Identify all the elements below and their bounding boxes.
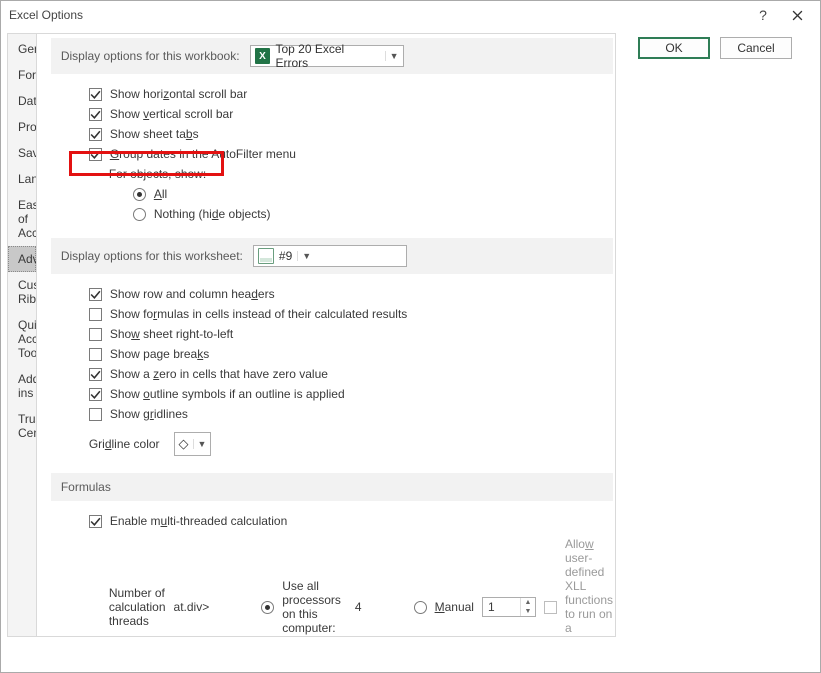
- checkbox-outline-symbols[interactable]: [89, 388, 102, 401]
- gridline-color- label: Gridline color: [89, 437, 160, 451]
- spin-up-icon[interactable]: ▲: [521, 598, 535, 607]
- options-panel: Display options for this workbook: X Top…: [37, 34, 615, 636]
- radio-use-all-processors[interactable]: [261, 601, 274, 614]
- label-objects-all: All: [154, 187, 167, 201]
- processor-count: 4: [355, 600, 362, 614]
- radio-objects-all[interactable]: [133, 188, 146, 201]
- sidebar-item-general[interactable]: General: [8, 36, 36, 62]
- label-use-all-processors: Use all processors on this computer:: [282, 579, 341, 635]
- checkbox-hscroll[interactable]: [89, 88, 102, 101]
- label-sheet-tabs: Show sheet tabs: [110, 127, 199, 141]
- label-vscroll: Show vertical scroll bar: [110, 107, 233, 121]
- checkbox-autofilter-dates[interactable]: [89, 148, 102, 161]
- close-icon[interactable]: [780, 4, 814, 26]
- objects-show-label: For objects, show:: [109, 167, 206, 181]
- checkbox-sheet-tabs[interactable]: [89, 128, 102, 141]
- workbook-combo[interactable]: X Top 20 Excel Errors ▼: [250, 45, 404, 67]
- sidebar-item-add-ins[interactable]: Add-ins: [8, 366, 36, 406]
- section-formulas-header: Formulas: [51, 473, 613, 501]
- worksheet-combo-value: #9: [279, 249, 292, 263]
- checkbox-rtl[interactable]: [89, 328, 102, 341]
- checkbox-show-formulas[interactable]: [89, 308, 102, 321]
- workbook-combo-value: Top 20 Excel Errors: [275, 42, 379, 70]
- ok-button[interactable]: OK: [638, 37, 710, 59]
- label-rtl: Show sheet right-to-left: [110, 327, 233, 341]
- label-row-col-headers: Show row and column headers: [110, 287, 275, 301]
- radio-objects-nothing[interactable]: [133, 208, 146, 221]
- checkbox-vscroll[interactable]: [89, 108, 102, 121]
- sidebar-item-advanced[interactable]: Advanced: [8, 246, 36, 272]
- label-autofilter-dates: Group dates in the AutoFilter menu: [110, 147, 296, 161]
- manual-thread-value: 1: [483, 600, 520, 614]
- worksheet-icon: [258, 248, 274, 264]
- sidebar-item-formulas[interactable]: Formulas: [8, 62, 36, 88]
- dropdown-caret-icon: ▼: [193, 439, 207, 449]
- threads-label: Number of calculation threads: [109, 586, 166, 628]
- sidebar-item-trust-center[interactable]: Trust Center: [8, 406, 36, 446]
- spin-down-icon[interactable]: ▼: [521, 607, 535, 616]
- excel-workbook-icon: X: [255, 48, 271, 64]
- sidebar-item-customize-ribbon[interactable]: Customize Ribbon: [8, 272, 36, 312]
- sidebar-item-proofing[interactable]: Proofing: [8, 114, 36, 140]
- label-manual-threads: Manual: [435, 600, 474, 614]
- checkbox-allow-xll: [544, 601, 557, 614]
- gridline-color-picker[interactable]: ◇ ▼: [174, 432, 212, 456]
- checkbox-gridlines[interactable]: [89, 408, 102, 421]
- label-page-breaks: Show page breaks: [110, 347, 209, 361]
- sidebar-item-quick-access-toolbar[interactable]: Quick Access Toolbar: [8, 312, 36, 366]
- category-sidebar: General Formulas Data Proofing Save Lang…: [7, 33, 37, 637]
- checkbox-show-zero[interactable]: [89, 368, 102, 381]
- checkbox-multithread[interactable]: [89, 515, 102, 528]
- label-hscroll: Show horizontal scroll bar: [110, 87, 247, 101]
- worksheet-combo[interactable]: #9 ▼: [253, 245, 407, 267]
- sidebar-item-save[interactable]: Save: [8, 140, 36, 166]
- cancel-button[interactable]: Cancel: [720, 37, 792, 59]
- sidebar-item-ease-of-access[interactable]: Ease of Access: [8, 192, 36, 246]
- section-workbook-title: Display options for this workbook:: [61, 49, 240, 63]
- paint-bucket-icon: ◇: [179, 436, 189, 452]
- label-gridlines: Show gridlines: [110, 407, 188, 421]
- window-title: Excel Options: [9, 8, 746, 22]
- label-outline-symbols: Show outline symbols if an outline is ap…: [110, 387, 345, 401]
- checkbox-page-breaks[interactable]: [89, 348, 102, 361]
- label-allow-xll: Allow user-defined XLL functions to run …: [565, 537, 613, 636]
- help-icon[interactable]: ?: [746, 4, 780, 26]
- section-workbook-header: Display options for this workbook: X Top…: [51, 38, 613, 74]
- dropdown-caret-icon: ▼: [297, 251, 311, 261]
- label-show-zero: Show a zero in cells that have zero valu…: [110, 367, 328, 381]
- manual-thread-spinner[interactable]: 1 ▲▼: [482, 597, 536, 617]
- label-multithread: Enable multi-threaded calculation: [110, 514, 287, 528]
- checkbox-row-col-headers[interactable]: [89, 288, 102, 301]
- sidebar-item-data[interactable]: Data: [8, 88, 36, 114]
- dropdown-caret-icon: ▼: [385, 51, 399, 61]
- label-objects-nothing: Nothing (hide objects): [154, 207, 271, 221]
- radio-manual-threads[interactable]: [414, 601, 427, 614]
- sidebar-item-language[interactable]: Language: [8, 166, 36, 192]
- label-show-formulas: Show formulas in cells instead of their …: [110, 307, 407, 321]
- section-worksheet-title: Display options for this worksheet:: [61, 249, 243, 263]
- section-worksheet-header: Display options for this worksheet: #9 ▼: [51, 238, 613, 274]
- section-formulas-title: Formulas: [61, 480, 111, 494]
